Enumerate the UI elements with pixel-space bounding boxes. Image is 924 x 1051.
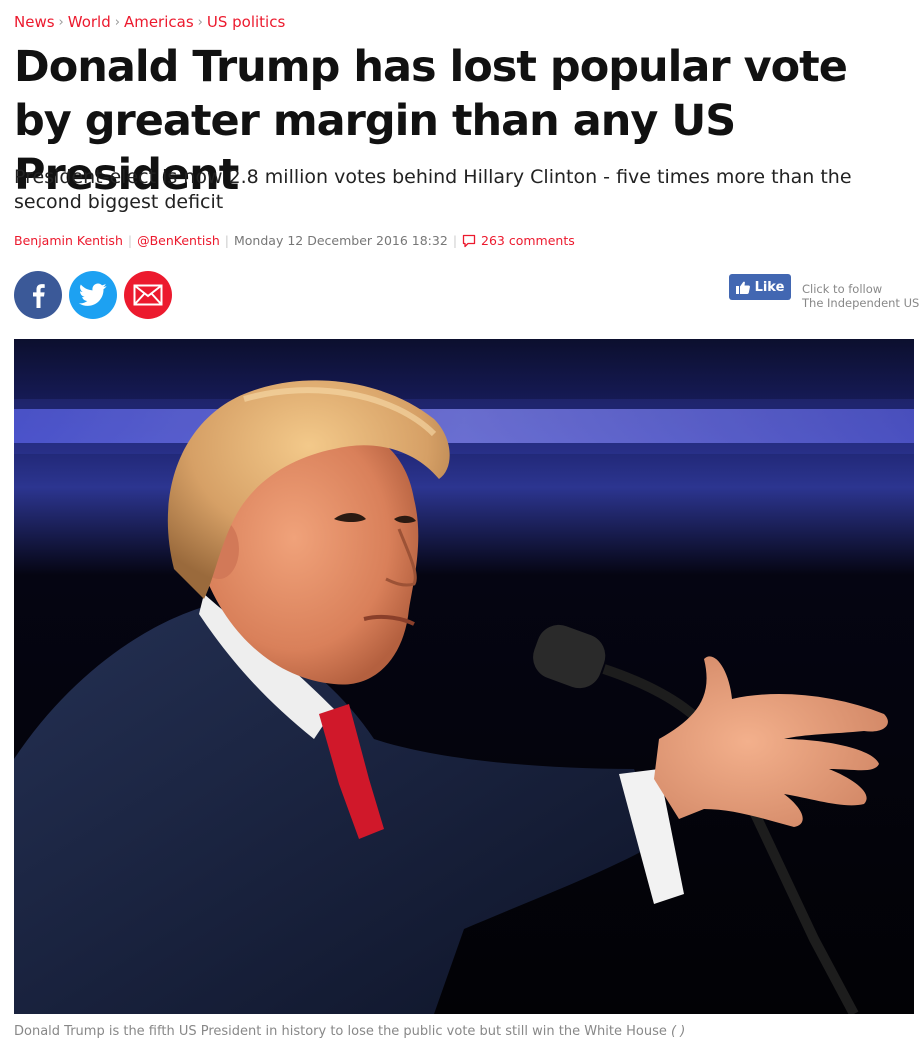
breadcrumb-separator: ›	[58, 14, 64, 30]
publish-date: Monday 12 December 2016 18:32	[234, 233, 448, 248]
comments-link[interactable]: 263 comments	[462, 233, 575, 248]
share-buttons	[14, 271, 172, 319]
caption-text: Donald Trump is the fifth US President i…	[14, 1024, 667, 1039]
image-caption: Donald Trump is the fifth US President i…	[14, 1024, 685, 1039]
email-icon	[133, 284, 163, 306]
follow-text: Click to follow The Independent US	[802, 282, 919, 310]
hero-image	[14, 339, 914, 1014]
breadcrumb-world[interactable]: World	[68, 13, 111, 31]
follow-line-1: Click to follow	[802, 282, 883, 296]
facebook-like-button[interactable]: Like	[729, 274, 791, 300]
like-label: Like	[754, 279, 785, 295]
article-standfirst: President-elect is now 2.8 million votes…	[14, 166, 852, 213]
comment-icon	[462, 234, 476, 247]
caption-credit: ( )	[671, 1024, 686, 1039]
email-share-button[interactable]	[124, 271, 172, 319]
author-link[interactable]: Benjamin Kentish	[14, 233, 123, 248]
byline: Benjamin Kentish | @BenKentish | Monday …	[14, 233, 575, 248]
breadcrumb-separator: ›	[197, 14, 203, 30]
twitter-icon	[79, 283, 107, 306]
breadcrumb-us-politics[interactable]: US politics	[207, 13, 285, 31]
thumbs-up-icon	[735, 281, 750, 294]
facebook-share-button[interactable]	[14, 271, 62, 319]
author-twitter-link[interactable]: @BenKentish	[137, 233, 220, 248]
breadcrumb-news[interactable]: News	[14, 13, 55, 31]
article-page: News › World › Americas › US politics Do…	[0, 0, 924, 1051]
twitter-share-button[interactable]	[69, 271, 117, 319]
comments-count: 263 comments	[481, 233, 575, 248]
hero-photo	[14, 339, 914, 1014]
breadcrumb-separator: ›	[114, 14, 120, 30]
facebook-icon	[33, 284, 45, 308]
breadcrumb-americas[interactable]: Americas	[124, 13, 194, 31]
follow-line-2: The Independent US	[802, 296, 920, 310]
breadcrumb: News › World › Americas › US politics	[14, 13, 285, 31]
